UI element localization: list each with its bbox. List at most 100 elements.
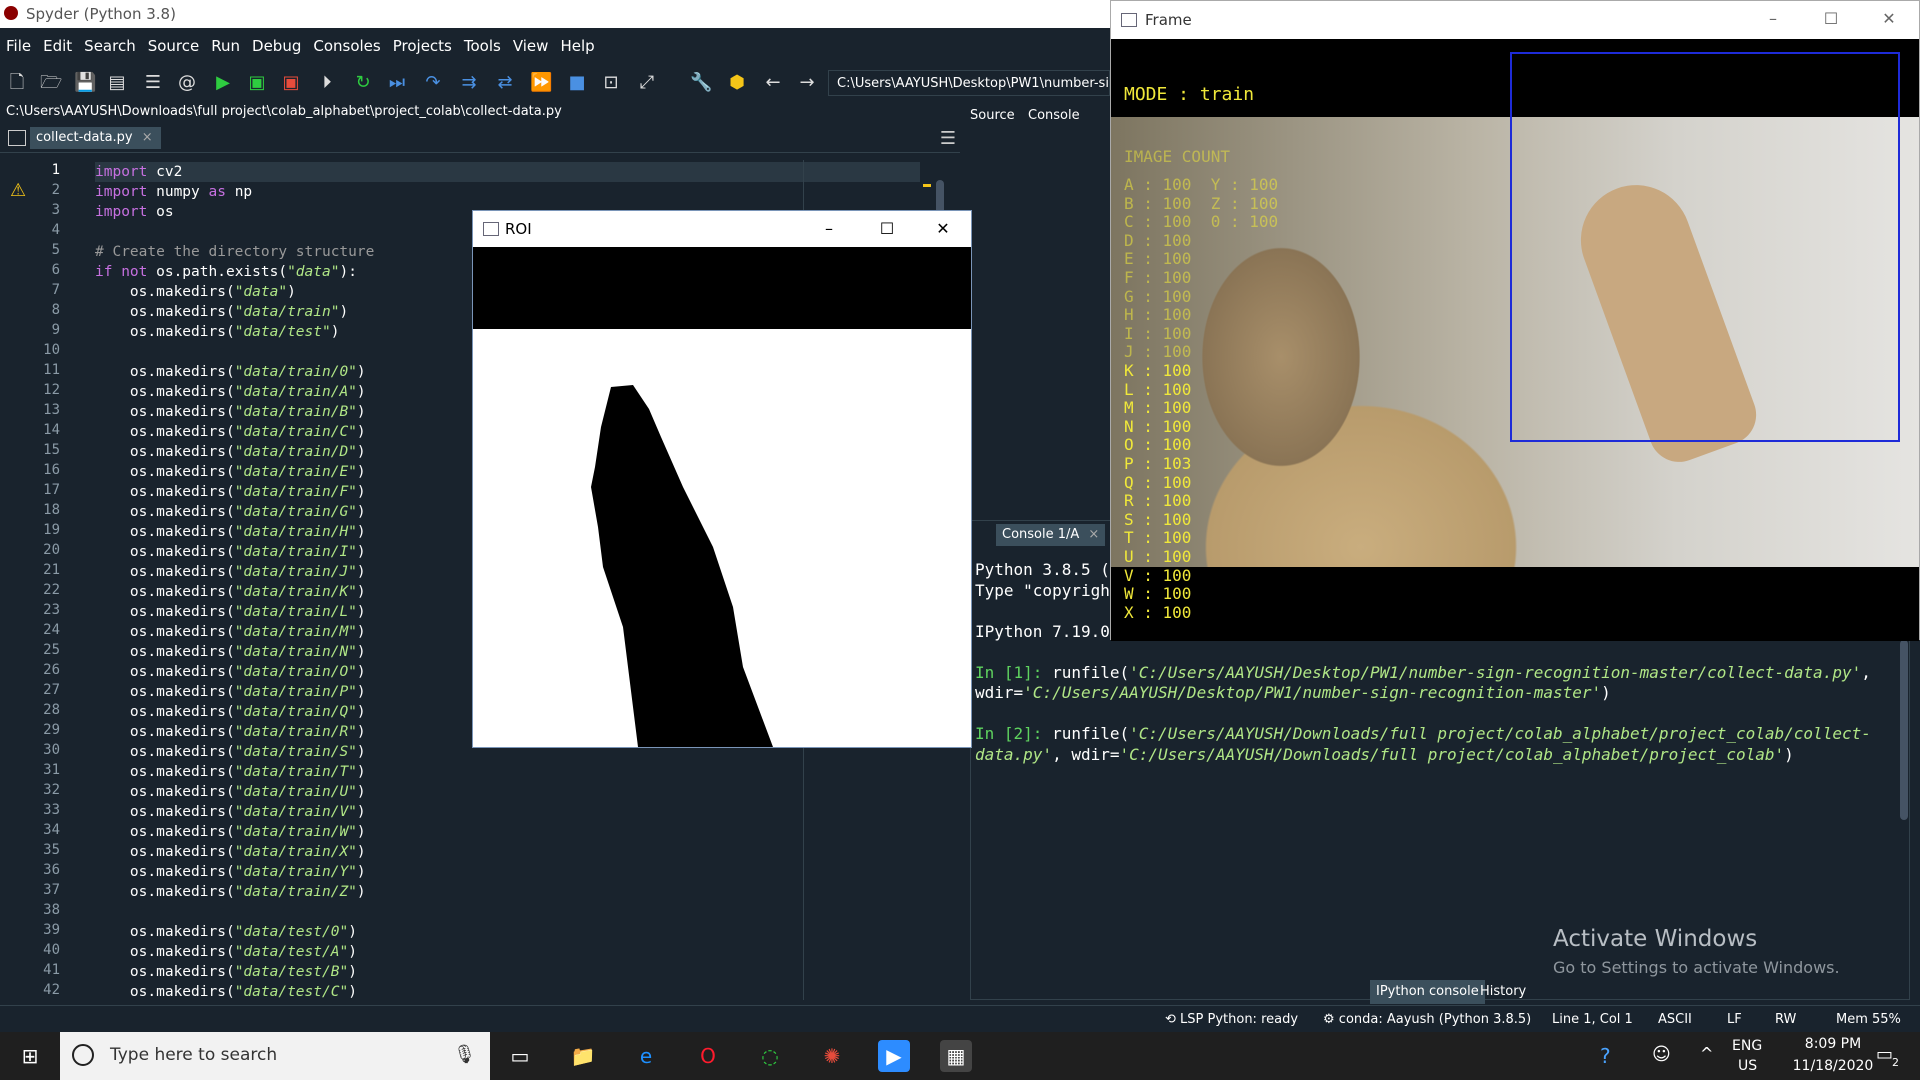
close-tab-icon[interactable]: ×: [142, 127, 153, 149]
step-return-icon[interactable]: ⇄: [494, 72, 516, 94]
microphone-icon[interactable]: 🎙: [453, 1044, 476, 1065]
code-line[interactable]: os.makedirs("data/train/V"): [95, 802, 366, 822]
code-line[interactable]: os.makedirs("data/train/F"): [95, 482, 366, 502]
minimize-button[interactable]: –: [1763, 9, 1783, 28]
code-line[interactable]: os.makedirs("data/train/W"): [95, 822, 366, 842]
code-line[interactable]: # Create the directory structure: [95, 242, 374, 262]
save-all-icon[interactable]: ▤: [106, 72, 128, 94]
menu-help[interactable]: Help: [554, 37, 600, 55]
clock-date[interactable]: 11/18/2020: [1788, 1058, 1878, 1074]
save-icon[interactable]: 💾: [74, 72, 96, 94]
code-line[interactable]: os.makedirs("data/train/P"): [95, 682, 366, 702]
run-cell-advance-icon[interactable]: ▣: [280, 72, 302, 94]
rerun-icon[interactable]: ↻: [352, 72, 374, 94]
code-line[interactable]: os.makedirs("data/train/D"): [95, 442, 366, 462]
code-line[interactable]: os.makedirs("data/train/O"): [95, 662, 366, 682]
menu-debug[interactable]: Debug: [246, 37, 307, 55]
python-window-icon[interactable]: ▦: [940, 1040, 972, 1072]
menu-view[interactable]: View: [507, 37, 555, 55]
working-directory-combo[interactable]: C:\Users\AAYUSH\Desktop\PW1\number-sign-…: [828, 70, 1110, 96]
code-line[interactable]: os.makedirs("data/train/T"): [95, 762, 366, 782]
code-line[interactable]: os.makedirs("data/train/0"): [95, 362, 366, 382]
code-line[interactable]: os.makedirs("data/train/X"): [95, 842, 366, 862]
code-line[interactable]: os.makedirs("data/train/S"): [95, 742, 366, 762]
run-cell-icon[interactable]: ▣: [246, 72, 268, 94]
code-line[interactable]: os.makedirs("data"): [95, 282, 296, 302]
maximize-pane-icon[interactable]: ⊡: [600, 72, 622, 94]
code-line[interactable]: os.makedirs("data/train/U"): [95, 782, 366, 802]
close-button[interactable]: ✕: [1879, 9, 1899, 28]
zoom-icon[interactable]: ▶: [878, 1040, 910, 1072]
code-line[interactable]: os.makedirs("data/test"): [95, 322, 340, 342]
code-line[interactable]: os.makedirs("data/train/A"): [95, 382, 366, 402]
code-line[interactable]: import os: [95, 202, 174, 222]
chevron-up-icon[interactable]: ^: [1700, 1044, 1713, 1063]
code-line[interactable]: os.makedirs("data/train/K"): [95, 582, 366, 602]
hamburger-menu-icon[interactable]: ☰: [940, 128, 956, 149]
tab-ipython-console[interactable]: IPython console: [1370, 980, 1485, 1004]
menu-source[interactable]: Source: [142, 37, 206, 55]
code-line[interactable]: if not os.path.exists("data"):: [95, 262, 357, 282]
preferences-icon[interactable]: 🔧: [690, 72, 712, 94]
forward-arrow-icon[interactable]: →: [796, 72, 818, 94]
tab-history[interactable]: History: [1474, 980, 1532, 1004]
people-icon[interactable]: ☺: [1652, 1044, 1671, 1065]
code-line[interactable]: os.makedirs("data/train/R"): [95, 722, 366, 742]
python-path-icon[interactable]: ⬢: [726, 72, 748, 94]
debug-icon[interactable]: ⏭: [386, 72, 408, 94]
notification-icon[interactable]: ▭: [1876, 1044, 1893, 1065]
menu-projects[interactable]: Projects: [387, 37, 458, 55]
menu-edit[interactable]: Edit: [37, 37, 78, 55]
code-line[interactable]: os.makedirs("data/test/A"): [95, 942, 357, 962]
code-line[interactable]: os.makedirs("data/train/N"): [95, 642, 366, 662]
spyder-app-icon[interactable]: ✺: [816, 1040, 848, 1072]
frame-title-bar[interactable]: Frame – ☐ ✕: [1111, 1, 1919, 39]
code-line[interactable]: os.makedirs("data/train/E"): [95, 462, 366, 482]
run-selection-icon[interactable]: ⏵: [316, 72, 338, 94]
code-line[interactable]: os.makedirs("data/test/B"): [95, 962, 357, 982]
code-line[interactable]: os.makedirs("data/train/H"): [95, 522, 366, 542]
code-line[interactable]: import cv2: [95, 162, 182, 182]
code-line[interactable]: os.makedirs("data/train"): [95, 302, 348, 322]
clock-time[interactable]: 8:09 PM: [1788, 1036, 1878, 1052]
warning-icon[interactable]: ⚠: [10, 180, 26, 201]
help-icon[interactable]: ?: [1600, 1044, 1611, 1068]
code-line[interactable]: os.makedirs("data/train/Y"): [95, 862, 366, 882]
browse-tabs-icon[interactable]: [8, 130, 26, 146]
code-line[interactable]: os.makedirs("data/train/Q"): [95, 702, 366, 722]
back-arrow-icon[interactable]: ←: [762, 72, 784, 94]
windows-start-icon[interactable]: ⊞: [14, 1040, 46, 1072]
tab-collect-data[interactable]: collect-data.py ×: [30, 127, 161, 149]
step-icon[interactable]: ↷: [422, 72, 444, 94]
file-explorer-icon[interactable]: 📁: [567, 1040, 599, 1072]
code-line[interactable]: import numpy as np: [95, 182, 252, 202]
close-button[interactable]: ✕: [933, 219, 953, 238]
menu-file[interactable]: File: [0, 37, 37, 55]
new-file-icon[interactable]: 🗋: [6, 72, 28, 94]
language-eng[interactable]: ENG: [1732, 1038, 1762, 1054]
code-line[interactable]: os.makedirs("data/train/C"): [95, 422, 366, 442]
close-console-icon[interactable]: ×: [1088, 524, 1099, 546]
code-line[interactable]: os.makedirs("data/test/C"): [95, 982, 357, 1002]
at-icon[interactable]: @: [176, 72, 198, 94]
code-line[interactable]: os.makedirs("data/train/G"): [95, 502, 366, 522]
refresh-app-icon[interactable]: ◌: [754, 1040, 786, 1072]
taskbar-search[interactable]: Type here to search 🎙: [60, 1032, 490, 1080]
code-line[interactable]: os.makedirs("data/train/Z"): [95, 882, 366, 902]
code-line[interactable]: os.makedirs("data/train/L"): [95, 602, 366, 622]
source-label[interactable]: Source: [970, 108, 1015, 123]
edge-browser-icon[interactable]: e: [630, 1040, 662, 1072]
open-file-icon[interactable]: 🗁: [40, 72, 62, 94]
list-icon[interactable]: ☰: [142, 72, 164, 94]
maximize-button[interactable]: ☐: [877, 219, 897, 238]
menu-run[interactable]: Run: [205, 37, 246, 55]
code-line[interactable]: os.makedirs("data/train/J"): [95, 562, 366, 582]
console-scrollbar[interactable]: [1900, 640, 1908, 820]
fullscreen-icon[interactable]: ⤢: [636, 72, 658, 94]
code-line[interactable]: os.makedirs("data/test/0"): [95, 922, 357, 942]
opera-icon[interactable]: O: [692, 1040, 724, 1072]
menu-search[interactable]: Search: [78, 37, 142, 55]
menu-consoles[interactable]: Consoles: [307, 37, 386, 55]
step-into-icon[interactable]: ⇉: [458, 72, 480, 94]
tab-console-1a[interactable]: Console 1/A ×: [996, 524, 1106, 546]
